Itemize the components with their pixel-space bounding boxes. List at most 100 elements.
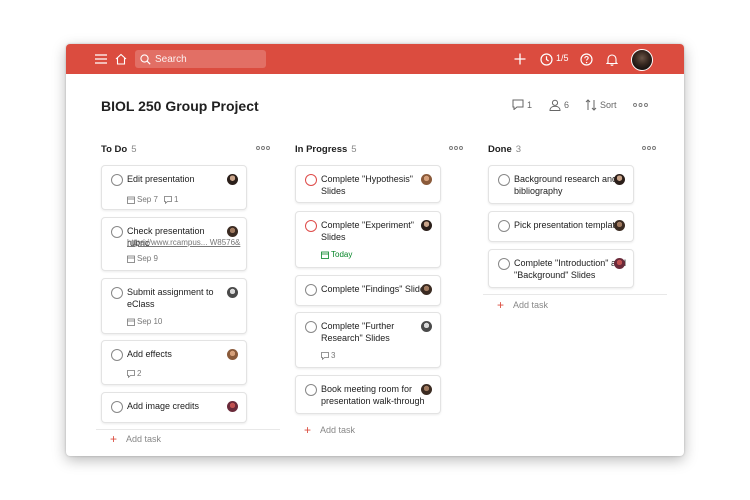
due-date-text: Sep 10 — [137, 317, 163, 326]
project-more-icon[interactable] — [633, 102, 648, 108]
karma-icon[interactable] — [537, 50, 555, 68]
user-avatar[interactable] — [631, 49, 653, 71]
task-card[interactable]: Complete "Further Research" Slides 3 — [295, 312, 441, 368]
plus-icon: + — [304, 423, 312, 437]
task-checkbox[interactable] — [498, 220, 510, 232]
due-date[interactable]: Sep 7 — [127, 195, 158, 204]
comment-count-text: 3 — [331, 351, 336, 360]
comment-count[interactable]: 1 — [164, 195, 178, 204]
sort-button[interactable]: Sort — [585, 99, 617, 111]
due-date[interactable]: Sep 10 — [127, 317, 162, 326]
comment-count[interactable]: 3 — [321, 351, 335, 360]
task-card[interactable]: Book meeting room for presentation walk-… — [295, 375, 441, 414]
column-divider — [483, 294, 667, 295]
task-checkbox[interactable] — [111, 401, 123, 413]
assignee-avatar[interactable] — [421, 174, 432, 185]
assignee-avatar[interactable] — [227, 174, 238, 185]
comments-button[interactable]: 1 — [512, 99, 532, 110]
task-checkbox[interactable] — [305, 284, 317, 296]
plus-icon: + — [110, 432, 118, 446]
assignee-avatar[interactable] — [421, 384, 432, 395]
add-task-label: Add task — [513, 300, 549, 310]
column-more-icon[interactable] — [448, 143, 464, 153]
task-checkbox[interactable] — [498, 258, 510, 270]
share-button[interactable]: 6 — [549, 99, 569, 111]
due-date[interactable]: Sep 9 — [127, 254, 158, 263]
task-card[interactable]: Check presentation rubric https://www.rc… — [101, 217, 247, 271]
task-checkbox[interactable] — [111, 287, 123, 299]
task-link[interactable]: https://www.rcampus... W8576& — [127, 238, 240, 247]
comment-count[interactable]: 2 — [127, 369, 141, 378]
karma-count[interactable]: 1/5 — [556, 53, 569, 63]
comments-count: 1 — [527, 99, 533, 110]
help-icon[interactable] — [577, 50, 595, 68]
task-card[interactable]: Pick presentation template — [488, 211, 634, 242]
task-card[interactable]: Complete "Experiment" Slides Today — [295, 211, 441, 268]
task-checkbox[interactable] — [305, 220, 317, 232]
search-input[interactable] — [155, 53, 255, 65]
task-card[interactable]: Submit assignment to eClass Sep 10 — [101, 278, 247, 334]
assignee-avatar[interactable] — [614, 220, 625, 231]
assignee-avatar[interactable] — [421, 321, 432, 332]
task-checkbox[interactable] — [305, 384, 317, 396]
column-count: 5 — [131, 144, 137, 155]
task-title: Add effects — [127, 349, 172, 359]
assignee-avatar[interactable] — [614, 174, 625, 185]
add-task-label: Add task — [320, 425, 356, 435]
task-checkbox[interactable] — [111, 174, 123, 186]
search-box[interactable] — [135, 50, 266, 68]
assignee-avatar[interactable] — [227, 287, 238, 298]
assignee-avatar[interactable] — [614, 258, 625, 269]
task-card[interactable]: Edit presentation Sep 7 1 — [101, 165, 247, 210]
add-task-button[interactable]: + Add task — [110, 432, 162, 446]
task-title: Background research and bibliography — [514, 174, 618, 196]
task-card[interactable]: Complete "Findings" Slides — [295, 275, 441, 306]
task-title: Complete "Further Research" Slides — [321, 321, 395, 343]
column-more-icon[interactable] — [641, 143, 657, 153]
add-icon[interactable] — [511, 50, 529, 68]
assignee-avatar[interactable] — [421, 284, 432, 295]
plus-icon: + — [497, 298, 505, 312]
page-title: BIOL 250 Group Project — [101, 98, 259, 114]
assignee-avatar[interactable] — [227, 349, 238, 360]
task-checkbox[interactable] — [305, 174, 317, 186]
task-card[interactable]: Complete "Hypothesis" Slides — [295, 165, 441, 203]
column-name: In Progress — [295, 144, 348, 155]
column-header-done: Done 3 — [488, 144, 521, 155]
calendar-icon — [127, 318, 135, 326]
column-more-icon[interactable] — [255, 143, 271, 153]
task-title: Complete "Experiment" Slides — [321, 220, 414, 242]
task-card[interactable]: Add effects 2 — [101, 340, 247, 385]
task-title: Edit presentation — [127, 174, 195, 184]
due-date-text: Sep 9 — [137, 254, 158, 263]
assignee-avatar[interactable] — [227, 401, 238, 412]
comment-icon — [321, 351, 329, 360]
add-task-button[interactable]: + Add task — [304, 423, 356, 437]
menu-icon[interactable] — [92, 50, 110, 68]
task-checkbox[interactable] — [111, 226, 123, 238]
assignee-avatar[interactable] — [421, 220, 432, 231]
task-checkbox[interactable] — [498, 174, 510, 186]
column-count: 5 — [351, 144, 357, 155]
column-count: 3 — [515, 144, 522, 155]
task-card[interactable]: Complete "Introduction" and "Background"… — [488, 249, 634, 288]
task-card[interactable]: Add image credits — [101, 392, 247, 423]
bell-icon[interactable] — [603, 50, 621, 68]
column-header-todo: To Do 5 — [101, 144, 137, 155]
calendar-icon — [127, 196, 135, 204]
task-title: Book meeting room for presentation walk-… — [321, 384, 425, 406]
home-icon[interactable] — [112, 50, 130, 68]
due-date[interactable]: Today — [321, 250, 352, 259]
top-bar: 1/5 — [66, 44, 684, 74]
task-checkbox[interactable] — [305, 321, 317, 333]
column-header-in-progress: In Progress 5 — [295, 144, 357, 155]
add-task-button[interactable]: + Add task — [497, 298, 549, 312]
due-date-text: Sep 7 — [137, 195, 158, 204]
task-title: Submit assignment to eClass — [127, 287, 214, 309]
assignee-avatar[interactable] — [227, 226, 238, 237]
task-title: Pick presentation template — [514, 220, 621, 230]
column-name: To Do — [101, 144, 128, 155]
task-card[interactable]: Background research and bibliography — [488, 165, 634, 204]
add-task-label: Add task — [126, 434, 162, 444]
task-checkbox[interactable] — [111, 349, 123, 361]
